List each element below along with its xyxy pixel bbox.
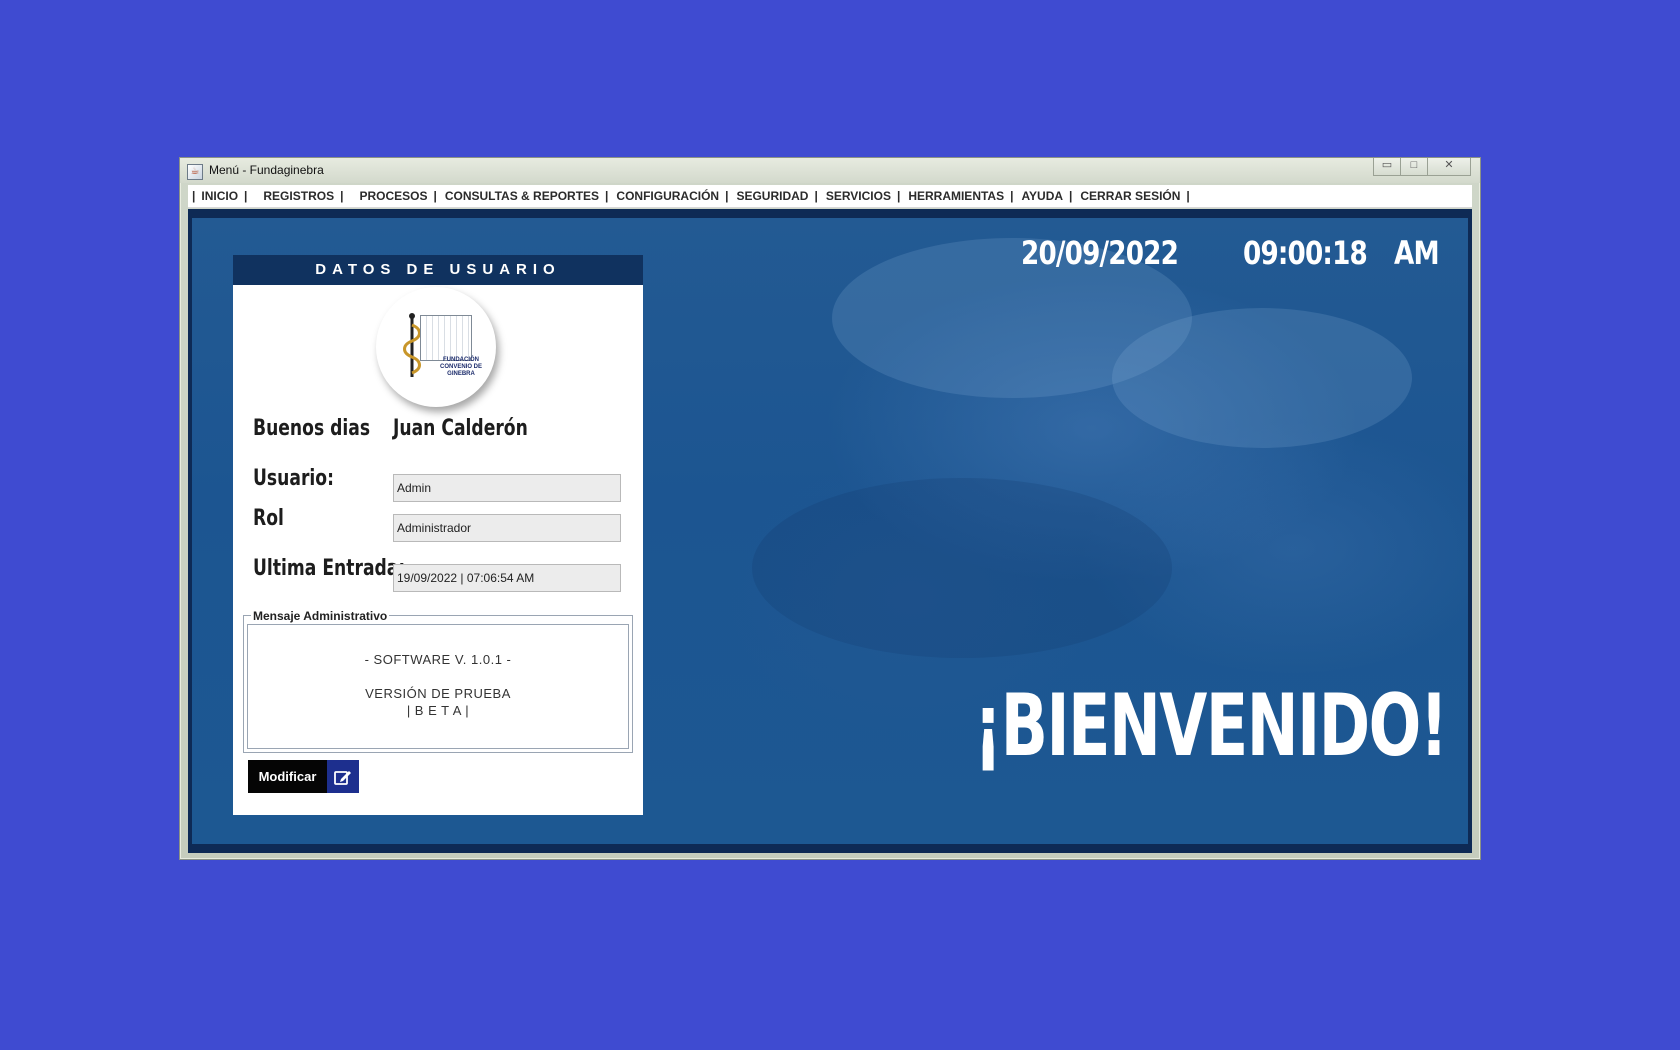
admin-message-legend: Mensaje Administrativo	[251, 609, 390, 623]
panel-header: DATOS DE USUARIO	[233, 255, 643, 285]
modify-button[interactable]: Modificar	[248, 760, 359, 793]
window-controls: ▭ □ ✕	[1373, 158, 1471, 176]
menu-consultas-reportes[interactable]: CONSULTAS & REPORTES	[439, 189, 603, 203]
logo-text-line2: CONVENIO DE GINEBRA	[439, 364, 482, 377]
menu-configuracion[interactable]: CONFIGURACIÓN	[610, 189, 723, 203]
clock-date: 20/09/2022	[1021, 234, 1179, 272]
menu-separator: |	[605, 189, 609, 203]
close-icon[interactable]: ✕	[1427, 158, 1471, 176]
menu-separator: |	[896, 189, 901, 203]
menu-separator: |	[814, 189, 818, 203]
usuario-field[interactable]: Admin	[393, 474, 621, 502]
menu-separator: |	[1010, 189, 1014, 203]
photo-shade	[1112, 308, 1412, 448]
maximize-icon[interactable]: □	[1400, 158, 1428, 176]
menu-separator: |	[1186, 189, 1190, 203]
building-icon	[420, 315, 472, 361]
admin-message-box: Mensaje Administrativo - SOFTWARE V. 1.0…	[243, 609, 633, 753]
menu-separator: |	[433, 189, 437, 203]
menu-separator: |	[725, 189, 729, 203]
main-window: ☕ Menú - Fundaginebra ▭ □ ✕ | INICIO | R…	[179, 157, 1481, 860]
beta-label: | B E T A |	[406, 703, 470, 718]
menu-bar: | INICIO | REGISTROS | PROCESOS | CONSUL…	[188, 185, 1472, 208]
rol-label: Rol	[253, 506, 284, 531]
menu-separator: |	[340, 189, 344, 203]
background-photo: 20/09/2022 09:00:18 AM ¡BIENVENIDO! DATO…	[192, 218, 1468, 844]
window-title: Menú - Fundaginebra	[209, 163, 324, 177]
caduceus-icon	[403, 313, 421, 377]
menu-separator: |	[1069, 189, 1073, 203]
photo-shade	[752, 478, 1172, 658]
logo-text-line1: FUNDACIÓN	[443, 357, 479, 363]
menu-cerrar-sesion[interactable]: CERRAR SESIÓN	[1074, 189, 1184, 203]
greeting-name: Juan Calderón	[393, 416, 528, 441]
menu-registros[interactable]: REGISTROS	[249, 189, 338, 203]
clock-ampm: AM	[1394, 234, 1440, 272]
user-data-panel: DATOS DE USUARIO FUNDACIÓN CONVENIO DE G…	[233, 255, 643, 815]
ultima-entrada-field[interactable]: 19/09/2022 | 07:06:54 AM	[393, 564, 621, 592]
minimize-icon[interactable]: ▭	[1373, 158, 1401, 176]
ultima-entrada-label: Ultima Entrada:	[253, 556, 406, 581]
usuario-label: Usuario:	[253, 466, 334, 491]
foundation-logo: FUNDACIÓN CONVENIO DE GINEBRA	[376, 287, 496, 407]
menu-servicios[interactable]: SERVICIOS	[820, 189, 895, 203]
logo-text: FUNDACIÓN CONVENIO DE GINEBRA	[426, 357, 496, 378]
rol-field[interactable]: Administrador	[393, 514, 621, 542]
menu-procesos[interactable]: PROCESOS	[345, 189, 431, 203]
app-icon[interactable]: ☕	[187, 164, 203, 180]
menu-ayuda[interactable]: AYUDA	[1015, 189, 1067, 203]
menu-seguridad[interactable]: SEGURIDAD	[730, 189, 812, 203]
greeting-label: Buenos dias	[253, 416, 371, 441]
software-version: - SOFTWARE V. 1.0.1 -	[364, 652, 512, 667]
menu-separator: |	[192, 189, 196, 203]
menu-separator: |	[244, 189, 248, 203]
clock-time: 09:00:18	[1243, 234, 1368, 272]
test-version-label: VERSIÓN DE PRUEBA	[365, 686, 511, 701]
welcome-banner: ¡BIENVENIDO!	[974, 676, 1448, 776]
menu-herramientas[interactable]: HERRAMIENTAS	[902, 189, 1008, 203]
content-area: 20/09/2022 09:00:18 AM ¡BIENVENIDO! DATO…	[188, 209, 1472, 853]
menu-inicio[interactable]: INICIO	[197, 189, 242, 203]
title-bar[interactable]: ☕ Menú - Fundaginebra ▭ □ ✕	[180, 158, 1480, 183]
modify-label: Modificar	[248, 760, 327, 793]
edit-icon	[327, 760, 359, 793]
